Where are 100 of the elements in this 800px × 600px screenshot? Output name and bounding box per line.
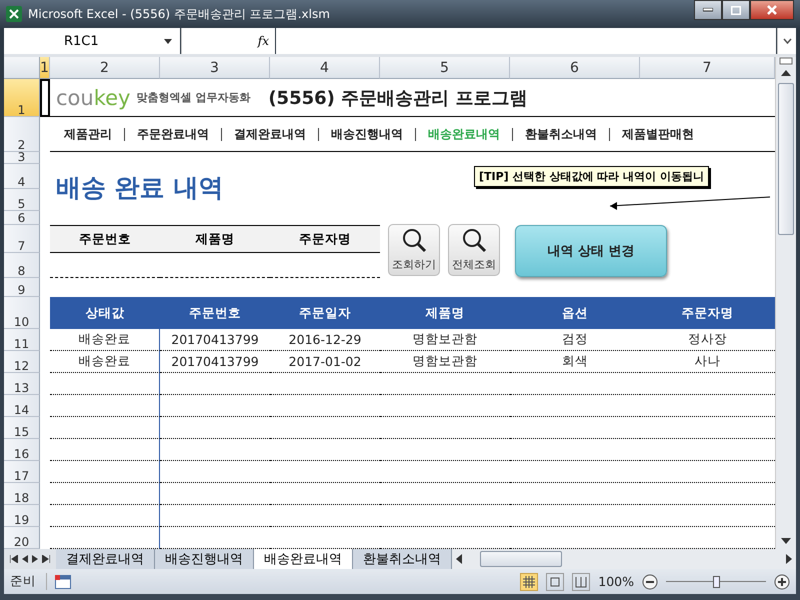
program-title: (5556) 주문배송관리 프로그램 [268,86,528,110]
scroll-up-icon[interactable] [781,70,791,76]
active-cell[interactable] [40,79,50,117]
nav-link[interactable]: 제품관리 [50,128,125,140]
column-header[interactable]: 4 [270,57,380,79]
name-box[interactable]: R1C1 [4,28,180,54]
status-text: 준비 [10,573,47,590]
zoom-slider[interactable] [666,576,766,588]
table-cell: 명함보관함 [380,351,510,373]
row-header[interactable]: 6 [4,211,40,225]
close-button[interactable] [750,0,794,20]
table-cell: 배송완료 [50,351,160,373]
scroll-down-icon[interactable] [781,538,791,544]
nav-link[interactable]: 환불취소내역 [513,128,610,140]
row-header[interactable]: 9 [4,278,40,297]
row-header[interactable]: 8 [4,253,40,278]
grid-icon[interactable] [523,576,536,588]
row-header[interactable]: 13 [4,373,40,395]
sheet-tab[interactable]: 배송완료내역 [254,549,353,569]
sheet-tab[interactable]: 환불취소내역 [353,549,452,569]
sheet-tab[interactable]: 배송진행내역 [155,549,254,569]
change-status-button[interactable]: 내역 상태 변경 [515,225,667,277]
table-header: 주문자명 [640,297,775,329]
normal-view-button[interactable] [520,572,538,590]
table-cell: 배송완료 [50,329,160,351]
column-header[interactable]: 1 [40,57,50,79]
row-header[interactable]: 7 [4,225,40,253]
row-header[interactable]: 11 [4,329,40,351]
page-heading: 배송 완료 내역 [55,172,224,204]
logo: coukey [56,86,130,110]
page-break-icon[interactable] [575,576,588,588]
row-header[interactable]: 17 [4,461,40,483]
search-button[interactable]: 전체조회 [448,224,500,276]
table-cell: 회색 [510,351,640,373]
row-header[interactable]: 20 [4,527,40,549]
table-cell: 검정 [510,329,640,351]
tip-comment: [TIP] 선택한 상태값에 따라 내역이 이동됩니 [474,166,709,187]
dropdown-icon[interactable] [164,38,172,44]
search-label: 주문자명 [270,225,380,253]
row-header[interactable]: 18 [4,483,40,505]
search-label: 주문번호 [50,225,160,253]
table-header: 주문번호 [160,297,270,329]
page-icon[interactable] [549,576,562,588]
split-handle-icon[interactable] [779,57,793,65]
page-break-button[interactable] [572,572,590,590]
column-header[interactable]: 3 [160,57,270,79]
logo-tagline: 맞춤형엑셀 업무자동화 [136,90,250,105]
last-sheet-icon[interactable] [42,555,50,563]
minimize-button[interactable] [694,0,722,20]
zoom-out-icon[interactable] [642,574,658,590]
function-button[interactable]: fx [258,34,269,48]
table-header: 상태값 [50,297,160,329]
nav-link[interactable]: 주문완료내역 [125,128,222,140]
row-header[interactable]: 3 [4,152,40,164]
table-header: 옵션 [510,297,640,329]
table-header: 주문일자 [270,297,380,329]
row-header[interactable]: 4 [4,164,40,189]
minimize-icon[interactable] [703,8,713,12]
next-sheet-icon[interactable] [32,555,38,563]
search-button[interactable]: 조회하기 [388,224,440,276]
scroll-left-icon[interactable] [456,554,462,564]
zoom-level[interactable]: 100% [598,574,634,589]
row-header[interactable]: 12 [4,351,40,373]
row-header[interactable]: 5 [4,189,40,211]
nav-link[interactable]: 결제완료내역 [222,128,319,140]
first-sheet-icon[interactable] [10,555,18,563]
table-cell: 20170413799 [160,329,270,351]
table-cell: 2016-12-29 [270,329,380,351]
maximize-button[interactable] [722,0,750,20]
macro-record-icon[interactable] [55,574,71,588]
nav-link[interactable]: 제품별판매현 [610,128,706,140]
row-header[interactable]: 10 [4,297,40,329]
row-header[interactable]: 14 [4,395,40,417]
excel-icon [6,6,22,22]
row-header[interactable]: 1 [4,79,40,117]
scroll-thumb[interactable] [480,551,562,567]
page-layout-button[interactable] [546,572,564,590]
column-header[interactable]: 6 [510,57,640,79]
nav-link[interactable]: 배송진행내역 [319,128,416,140]
sheet-tab[interactable]: 결제완료내역 [56,549,155,569]
column-header[interactable]: 2 [50,57,160,79]
row-header[interactable]: 19 [4,505,40,527]
row-header[interactable]: 16 [4,439,40,461]
zoom-in-icon[interactable] [774,574,790,590]
zoom-thumb[interactable] [713,576,720,588]
table-cell: 명함보관함 [380,329,510,351]
column-header[interactable]: 7 [640,57,775,79]
row-header[interactable]: 15 [4,417,40,439]
search-label: 제품명 [160,225,270,253]
window-title: Microsoft Excel - (5556) 주문배송관리 프로그램.xlsm [28,6,331,22]
table-cell: 20170413799 [160,351,270,373]
previous-sheet-icon[interactable] [22,555,28,563]
close-icon[interactable] [767,5,777,15]
row-header[interactable]: 2 [4,117,40,152]
expand-icon[interactable] [782,38,792,44]
scroll-right-icon[interactable] [786,554,792,564]
table-header: 제품명 [380,297,510,329]
magnifier-icon [401,226,427,252]
column-header[interactable]: 5 [380,57,510,79]
scroll-thumb[interactable] [778,83,794,235]
